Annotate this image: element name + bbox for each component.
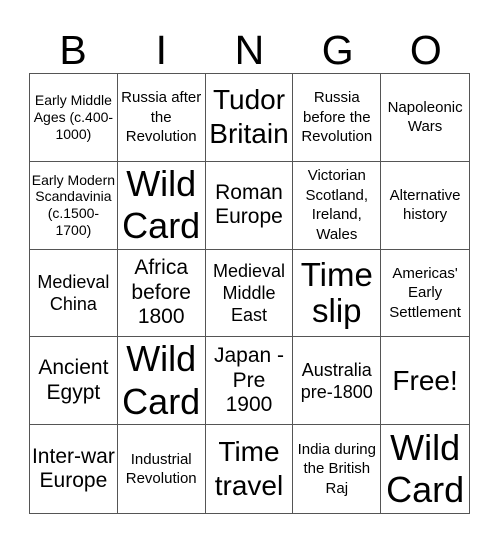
bingo-cell[interactable]: Australia pre-1800 [293, 337, 382, 426]
bingo-cell-label: Early Middle Ages (c.400-1000) [33, 92, 114, 142]
bingo-cell[interactable]: Industrial Revolution [118, 425, 206, 513]
bingo-cell[interactable]: Russia after the Revolution [117, 74, 206, 162]
bingo-cell[interactable]: Early Modern Scandavinia (c.1500-1700) [30, 161, 118, 250]
bingo-cell[interactable]: Africa before 1800 [117, 249, 206, 338]
bingo-cell[interactable]: Wild Card [117, 337, 206, 426]
bingo-cell[interactable]: Tudor Britain [205, 74, 294, 162]
bingo-cell[interactable]: Americas' Early Settlement [381, 250, 469, 338]
bingo-cell-label: Africa before 1800 [131, 256, 191, 329]
bingo-cell-label: Victorian Scotland, Ireland, Wales [305, 167, 369, 243]
bingo-cell-label: Early Modern Scandavinia (c.1500-1700) [31, 171, 116, 238]
bingo-cell-label: Time slip [300, 255, 373, 329]
bingo-header: B I N G O [29, 28, 470, 73]
bingo-cell-label: Wild Card [122, 162, 201, 247]
bingo-cell[interactable]: Ancient Egypt [30, 337, 118, 426]
bingo-cell[interactable]: Alternative history [381, 162, 469, 250]
bingo-cell[interactable]: Napoleonic Wars [381, 74, 469, 162]
bingo-cell-label: Americas' Early Settlement [389, 264, 461, 321]
header-letter-o: O [409, 27, 442, 73]
bingo-cell-label: India during the British Raj [297, 440, 376, 497]
bingo-cell[interactable]: Medieval China [30, 249, 118, 338]
bingo-cell-label: Russia before the Revolution [301, 89, 373, 146]
bingo-cell-label: Australia pre-1800 [300, 359, 373, 402]
bingo-cell[interactable]: Wild Card [117, 161, 206, 250]
bingo-cell[interactable]: Early Middle Ages (c.400-1000) [30, 74, 118, 162]
bingo-cell[interactable]: Inter-war Europe [30, 425, 118, 513]
bingo-cell-label: Tudor Britain [209, 84, 289, 150]
bingo-cell-label: Medieval Middle East [212, 260, 286, 326]
bingo-cell[interactable]: Victorian Scotland, Ireland, Wales [293, 161, 382, 250]
bingo-cell[interactable]: Russia before the Revolution [293, 74, 382, 162]
bingo-cell[interactable]: Time slip [293, 249, 382, 338]
bingo-cell[interactable]: Medieval Middle East [205, 249, 294, 338]
header-letter-g: G [321, 27, 354, 73]
bingo-cell-label: Russia after the Revolution [121, 89, 202, 146]
bingo-cell-label: Inter-war Europe [31, 444, 115, 493]
bingo-cell-label: Wild Card [386, 426, 465, 511]
bingo-cell[interactable]: Free! [381, 337, 469, 426]
bingo-cell-label: Time travel [214, 435, 284, 502]
bingo-cell-label: Free! [392, 364, 458, 396]
header-letter-n: N [234, 27, 265, 73]
bingo-cell-label: Ancient Egypt [38, 356, 109, 404]
bingo-cell[interactable]: Roman Europe [205, 161, 294, 250]
bingo-cell-label: Medieval China [37, 271, 110, 314]
bingo-cell-label: Japan - Pre 1900 [213, 343, 285, 417]
bingo-cell-label: Napoleonic Wars [387, 98, 463, 136]
header-letter-b: B [59, 27, 87, 73]
header-letter-i: I [155, 27, 167, 73]
bingo-cell[interactable]: Wild Card [381, 425, 469, 513]
bingo-grid: Early Middle Ages (c.400-1000) Russia aft… [29, 73, 470, 514]
bingo-cell-label: Industrial Revolution [125, 450, 197, 488]
bingo-cell[interactable]: Japan - Pre 1900 [205, 337, 294, 426]
bingo-cell[interactable]: Time travel [206, 425, 294, 513]
bingo-cell-label: Wild Card [122, 338, 201, 422]
bingo-cell-label: Alternative history [389, 186, 461, 224]
bingo-cell-label: Roman Europe [215, 180, 283, 229]
bingo-cell[interactable]: India during the British Raj [293, 425, 382, 513]
